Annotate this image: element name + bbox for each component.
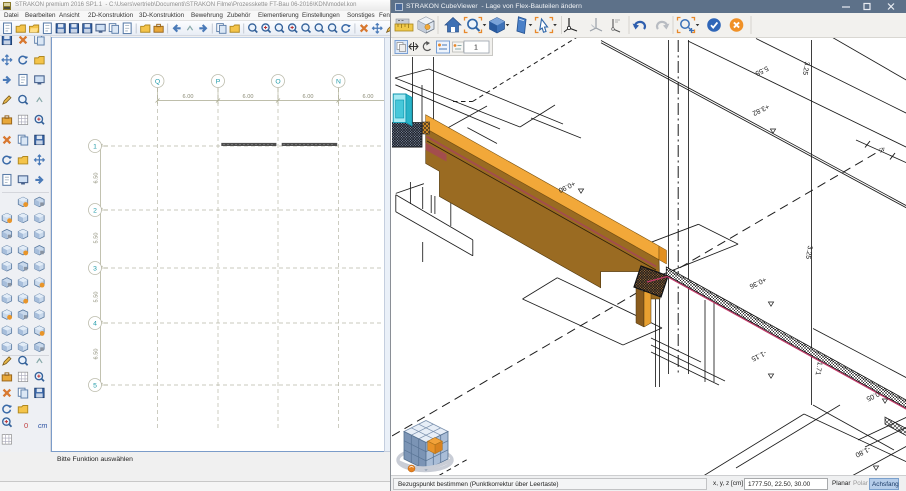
svg-text:2: 2 [93,208,97,215]
svg-text:6.00: 6.00 [363,94,374,100]
svg-text:0: 0 [24,421,28,430]
svg-text:6.50: 6.50 [94,173,100,184]
svg-text:3: 3 [93,266,97,273]
svg-text:1: 1 [93,144,97,151]
svg-text:4: 4 [93,321,97,328]
svg-text:6.50: 6.50 [94,349,100,360]
svg-text:P: P [216,79,221,86]
svg-text:6.00: 6.00 [303,94,314,100]
svg-text:N: N [336,79,341,86]
svg-text:6.00: 6.00 [243,94,254,100]
svg-text:5.50: 5.50 [94,233,100,244]
svg-text:5.50: 5.50 [94,292,100,303]
svg-text:Q: Q [155,79,160,86]
svg-text:cm: cm [38,423,48,430]
svg-text:O: O [275,79,280,86]
svg-text:5: 5 [93,383,97,390]
svg-text:1: 1 [474,45,478,52]
svg-text:6.00: 6.00 [183,94,194,100]
